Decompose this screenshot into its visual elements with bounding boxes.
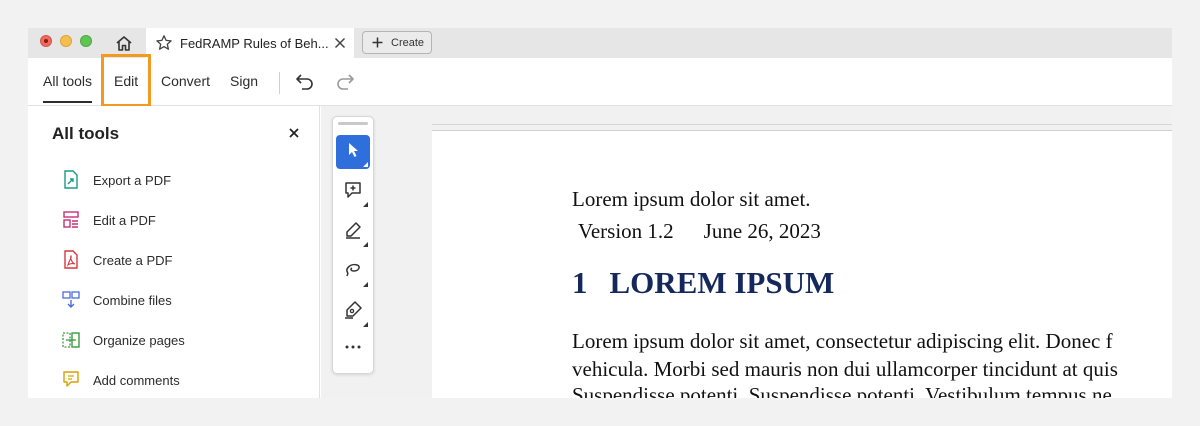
tab-title: FedRAMP Rules of Beh... (180, 35, 329, 51)
select-icon (345, 141, 361, 164)
heading-text: LOREM IPSUM (609, 265, 835, 300)
tool-create-pdf[interactable]: Create a PDF (62, 248, 172, 272)
combine-files-icon (62, 290, 80, 310)
doc-title-line: Lorem ipsum dolor sit amet. (572, 187, 811, 211)
draw-icon (343, 260, 363, 285)
tool-label: Add comments (93, 372, 180, 388)
edit-pdf-icon (62, 210, 80, 230)
tool-organize-pages[interactable]: Organize pages (62, 328, 185, 352)
add-comments-icon (62, 370, 80, 390)
tool-label: Export a PDF (93, 172, 172, 188)
undo-icon[interactable] (294, 71, 316, 91)
select-tool-button[interactable] (336, 135, 370, 169)
tool-edit-pdf[interactable]: Edit a PDF (62, 208, 156, 232)
doc-paragraph-line: Lorem ipsum dolor sit amet, consectetur … (572, 329, 1113, 353)
title-bar: FedRAMP Rules of Beh... Create (28, 28, 1172, 58)
create-button[interactable]: Create (362, 31, 432, 54)
all-tools-panel: All tools Export a PDF Edit a PDF Create… (28, 106, 320, 398)
close-tab-icon[interactable] (332, 35, 348, 51)
doc-heading: 1 LOREM IPSUM (572, 265, 834, 301)
menu-divider (279, 72, 280, 94)
highlight-tool-button[interactable] (336, 215, 370, 249)
draw-tool-button[interactable] (336, 255, 370, 289)
app-window: FedRAMP Rules of Beh... Create All tools… (28, 28, 1172, 398)
doc-version: Version 1.2 (578, 219, 674, 243)
plus-icon (371, 37, 383, 49)
doc-version-line: Version 1.2 June 26, 2023 (578, 219, 821, 244)
panel-title: All tools (52, 124, 120, 143)
create-pdf-icon (62, 250, 80, 270)
minimize-window-button[interactable] (60, 35, 72, 47)
add-comment-icon (343, 180, 363, 205)
doc-date: June 26, 2023 (703, 219, 821, 243)
close-panel-icon[interactable] (287, 126, 301, 140)
home-icon[interactable] (112, 32, 136, 54)
tool-label: Edit a PDF (93, 212, 156, 228)
add-comment-tool-button[interactable] (336, 175, 370, 209)
tool-label: Combine files (93, 292, 172, 308)
redo-icon[interactable] (334, 71, 356, 91)
doc-paragraph-line: Suspendisse potenti. Suspendisse potenti… (572, 383, 1112, 398)
tool-combine-files[interactable]: Combine files (62, 288, 172, 312)
maximize-window-button[interactable] (80, 35, 92, 47)
menu-bar: All tools Edit Convert Sign (28, 58, 1172, 106)
fill-sign-tool-button[interactable] (336, 295, 370, 329)
previous-page-edge (432, 124, 1172, 125)
heading-number: 1 (572, 265, 588, 300)
document-tab[interactable]: FedRAMP Rules of Beh... (146, 28, 354, 58)
menu-all-tools[interactable]: All tools (43, 73, 93, 103)
edit-highlight-box (101, 54, 151, 107)
organize-pages-icon (62, 330, 80, 350)
doc-paragraph-line: vehicula. Morbi sed mauris non dui ullam… (572, 357, 1118, 381)
close-window-button[interactable] (40, 35, 52, 47)
tool-add-comments[interactable]: Add comments (62, 368, 180, 392)
tool-label: Create a PDF (93, 252, 173, 268)
tool-label: Organize pages (93, 332, 185, 348)
tool-export-pdf[interactable]: Export a PDF (62, 168, 171, 192)
create-label: Create (391, 36, 425, 49)
highlight-icon (343, 220, 363, 245)
export-pdf-icon (62, 170, 80, 190)
toolbar-grip[interactable] (338, 122, 368, 125)
more-tools-icon[interactable] (336, 337, 370, 357)
fill-sign-icon (343, 300, 363, 325)
quick-tools-toolbar (332, 116, 374, 374)
menu-convert[interactable]: Convert (161, 73, 210, 89)
menu-sign[interactable]: Sign (230, 73, 258, 89)
pdf-page[interactable]: Lorem ipsum dolor sit amet. Version 1.2 J… (432, 130, 1172, 398)
star-icon[interactable] (154, 33, 174, 53)
